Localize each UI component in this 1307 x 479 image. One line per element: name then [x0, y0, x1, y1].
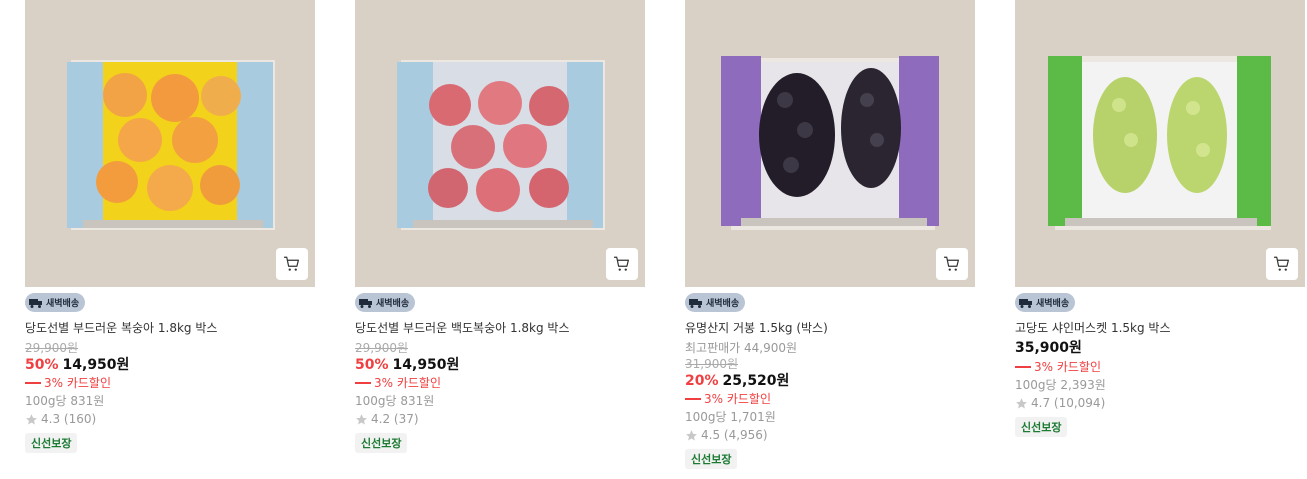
sale-price: 14,950원: [62, 357, 130, 373]
truck-icon: [359, 298, 372, 308]
dash-icon: [355, 382, 371, 384]
star-icon: [26, 413, 37, 424]
product-name[interactable]: 고당도 샤인머스켓 1.5kg 박스: [1015, 320, 1171, 336]
card-discount: 3% 카드할인: [685, 391, 771, 407]
dawn-delivery-badge: 새벽배송: [25, 293, 86, 312]
max-retail-price: 최고판매가 44,900원: [685, 341, 798, 355]
card-discount: 3% 카드할인: [1015, 359, 1101, 375]
card-discount: 3% 카드할인: [25, 375, 111, 391]
dash-icon: [25, 382, 41, 384]
product-card[interactable]: 새벽배송 당도선별 부드러운 복숭아 1.8kg 박스 29,900원 50% 1…: [25, 0, 315, 453]
sale-price: 25,520원: [722, 373, 790, 389]
freshness-guarantee-tag: 신선보장: [1015, 417, 1068, 437]
discount-rate: 20%: [685, 373, 719, 389]
rating-value: 4.5 (4,956): [701, 428, 768, 442]
unit-price: 100g당 2,393원: [1015, 378, 1106, 392]
dash-icon: [1015, 366, 1031, 368]
original-price: 31,900원: [685, 357, 739, 371]
shine-muscat-box-image: [1015, 0, 1305, 287]
card-discount: 3% 카드할인: [355, 375, 441, 391]
cart-icon: [613, 256, 629, 271]
add-to-cart-button[interactable]: [606, 248, 638, 280]
star-icon: [1016, 397, 1027, 408]
discount-rate: 50%: [355, 357, 389, 373]
badge-label: 새벽배송: [706, 299, 740, 309]
product-name[interactable]: 당도선별 부드러운 복숭아 1.8kg 박스: [25, 320, 217, 336]
product-card[interactable]: 새벽배송 고당도 샤인머스켓 1.5kg 박스 35,900원 3% 카드할인 …: [1015, 0, 1305, 437]
cart-icon: [283, 256, 299, 271]
unit-price: 100g당 831원: [355, 394, 435, 408]
truck-icon: [1019, 298, 1032, 308]
dawn-delivery-badge: 새벽배송: [355, 293, 416, 312]
unit-price: 100g당 831원: [25, 394, 105, 408]
rating-value: 4.3 (160): [41, 412, 97, 426]
rating: 4.2 (37): [355, 411, 419, 427]
product-card[interactable]: 새벽배송 당도선별 부드러운 백도복숭아 1.8kg 박스 29,900원 50…: [355, 0, 645, 453]
freshness-guarantee-tag: 신선보장: [355, 433, 408, 453]
grape-box-image: [685, 0, 975, 287]
truck-icon: [29, 298, 42, 308]
peach-box-image: [25, 0, 315, 287]
dawn-delivery-badge: 새벽배송: [685, 293, 746, 312]
product-image[interactable]: [685, 0, 975, 287]
rating: 4.5 (4,956): [685, 427, 768, 443]
unit-price: 100g당 1,701원: [685, 410, 776, 424]
product-image[interactable]: [355, 0, 645, 287]
badge-label: 새벽배송: [46, 299, 80, 309]
add-to-cart-button[interactable]: [276, 248, 308, 280]
cart-icon: [1273, 256, 1289, 271]
product-grid: 새벽배송 당도선별 부드러운 복숭아 1.8kg 박스 29,900원 50% 1…: [25, 0, 1305, 479]
card-discount-label: 3% 카드할인: [1034, 360, 1102, 374]
freshness-guarantee-tag: 신선보장: [685, 449, 738, 469]
badge-label: 새벽배송: [1036, 299, 1070, 309]
freshness-guarantee-tag: 신선보장: [25, 433, 78, 453]
rating-value: 4.7 (10,094): [1031, 396, 1106, 410]
original-price: 29,900원: [355, 341, 409, 355]
dawn-delivery-badge: 새벽배송: [1015, 293, 1076, 312]
rating: 4.7 (10,094): [1015, 395, 1105, 411]
price-row: 50% 14,950원: [25, 357, 129, 373]
star-icon: [356, 413, 367, 424]
add-to-cart-button[interactable]: [936, 248, 968, 280]
price-row: 50% 14,950원: [355, 357, 459, 373]
add-to-cart-button[interactable]: [1266, 248, 1298, 280]
card-discount-label: 3% 카드할인: [374, 376, 442, 390]
rating: 4.3 (160): [25, 411, 96, 427]
badge-label: 새벽배송: [376, 299, 410, 309]
dash-icon: [685, 398, 701, 400]
sale-price: 35,900원: [1015, 340, 1082, 356]
product-image[interactable]: [25, 0, 315, 287]
cart-icon: [943, 256, 959, 271]
card-discount-label: 3% 카드할인: [704, 392, 772, 406]
product-name[interactable]: 유명산지 거봉 1.5kg (박스): [685, 320, 828, 336]
product-name[interactable]: 당도선별 부드러운 백도복숭아 1.8kg 박스: [355, 320, 570, 336]
white-peach-box-image: [355, 0, 645, 287]
product-image[interactable]: [1015, 0, 1305, 287]
rating-value: 4.2 (37): [371, 412, 419, 426]
sale-price: 14,950원: [392, 357, 460, 373]
price-row: 20% 25,520원: [685, 373, 789, 389]
star-icon: [686, 429, 697, 440]
original-price: 29,900원: [25, 341, 79, 355]
discount-rate: 50%: [25, 357, 59, 373]
truck-icon: [689, 298, 702, 308]
price-row: 35,900원: [1015, 340, 1082, 356]
card-discount-label: 3% 카드할인: [44, 376, 112, 390]
product-card[interactable]: 새벽배송 유명산지 거봉 1.5kg (박스) 최고판매가 44,900원 31…: [685, 0, 975, 469]
